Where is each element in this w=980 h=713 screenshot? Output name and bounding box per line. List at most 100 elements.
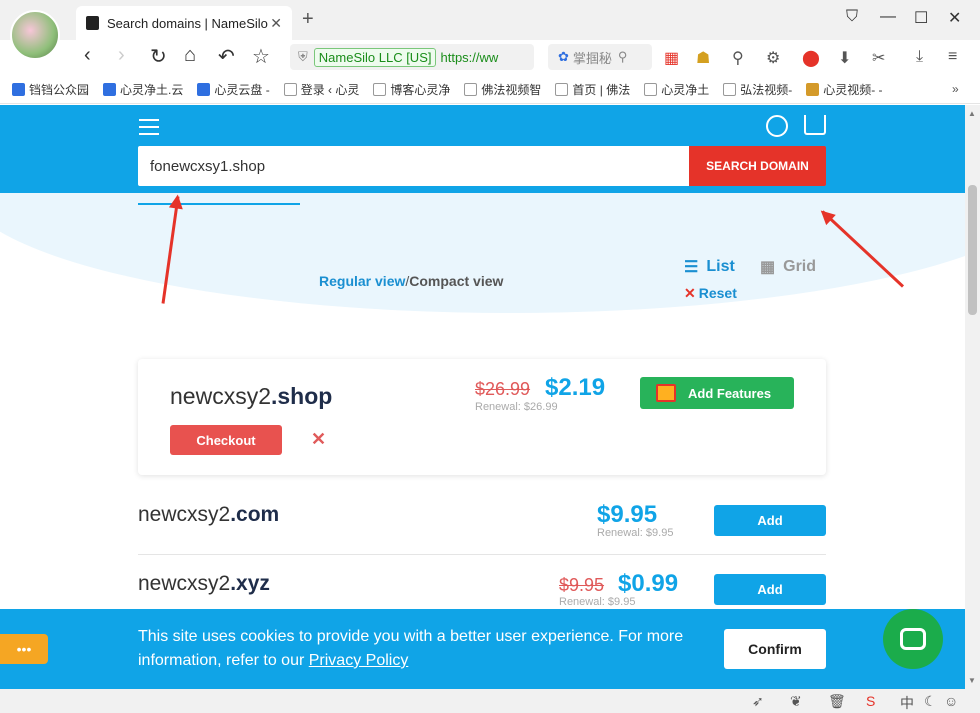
original-price: $26.99 [475, 379, 531, 399]
home-icon[interactable]: ⌂ [184, 44, 196, 67]
live-chat-button[interactable] [883, 609, 943, 669]
chat-bubble-icon [900, 628, 926, 650]
cookie-message: This site uses cookies to provide you wi… [138, 628, 684, 669]
selected-domain-name: newcxsy2.shop [170, 383, 333, 409]
reload-icon[interactable]: ↻ [150, 44, 167, 69]
bookmark-item[interactable]: 铛铛公众园 [12, 81, 89, 98]
minimize-icon[interactable]: — [880, 8, 896, 26]
search-domain-button[interactable]: SEARCH DOMAIN [689, 146, 826, 186]
forward-icon[interactable]: › [118, 44, 125, 67]
original-price: $9.95 [559, 575, 605, 595]
ime-chinese-icon[interactable]: 中 [900, 693, 914, 713]
browser-search-box[interactable]: ✿ 掌掴秘 ⚲ [548, 44, 652, 70]
renewal-price: Renewal: $9.95 [559, 596, 636, 608]
browser-tab[interactable]: Search domains | NameSilo ✕ [76, 6, 292, 40]
add-features-button[interactable]: Add Features [640, 377, 794, 409]
page-icon [723, 83, 737, 96]
menu-icon[interactable]: ≡ [948, 48, 957, 66]
baidu-paw-icon: ✿ [558, 49, 569, 64]
trash-icon[interactable]: 🗑 [828, 693, 846, 710]
rocket-icon[interactable]: ➶ [752, 693, 764, 710]
account-icon[interactable] [766, 115, 788, 137]
profile-avatar[interactable] [10, 10, 60, 60]
scroll-up-icon[interactable]: ▲ [968, 109, 976, 118]
download-arrow-icon[interactable]: ⬇ [838, 48, 851, 68]
domain-name: newcxsy2.xyz [138, 572, 270, 595]
security-badge[interactable]: NameSilo LLC [US] [313, 47, 437, 67]
address-bar[interactable]: ⛨ NameSilo LLC [US] https://ww [290, 44, 534, 70]
windows-tiles-icon[interactable]: ▦ [664, 48, 679, 68]
regular-view-link[interactable]: Regular view [319, 273, 405, 289]
renewal-price: Renewal: $26.99 [475, 401, 558, 413]
domain-search-input[interactable] [138, 146, 689, 186]
undo-icon[interactable]: ↶ [218, 44, 235, 69]
bookmark-item[interactable]: 佛法视频智 [464, 81, 541, 98]
page-icon [464, 83, 478, 96]
bookmark-icon [103, 83, 117, 96]
grid-view-toggle[interactable]: ▦ Grid [760, 257, 816, 277]
url-text: https://ww [440, 49, 499, 65]
download-icon[interactable]: ⤓ [916, 48, 923, 66]
results-area: Regular view/Compact view ☰ List ▦ Grid ✕ R… [0, 193, 965, 609]
list-view-toggle[interactable]: ☰ List [684, 257, 735, 277]
new-tab-button[interactable]: + [302, 8, 314, 31]
emoji-icon[interactable]: ☺ [944, 693, 958, 709]
magnifier-icon: ⚲ [617, 49, 628, 64]
bookmark-item[interactable]: 登录 ‹ 心灵 [283, 81, 359, 98]
gamepad-icon[interactable]: ⚙ [766, 48, 780, 68]
tab-close-icon[interactable]: ✕ [270, 15, 282, 32]
page-icon [555, 83, 569, 96]
tab-title: Search domains | NameSilo [107, 15, 268, 31]
sogou-ime-icon[interactable]: S [866, 693, 875, 709]
bookmarks-overflow-icon[interactable]: » [952, 82, 959, 96]
cat-extension-icon[interactable]: ☗ [696, 48, 710, 68]
star-icon[interactable]: ☆ [252, 44, 270, 69]
bookmark-item[interactable]: 弘法视频- [723, 81, 792, 98]
reset-link[interactable]: ✕ Reset [684, 285, 737, 302]
cart-icon[interactable] [804, 115, 826, 135]
search-extension-icon[interactable]: ⚲ [732, 48, 744, 68]
bookmark-icon [197, 83, 211, 96]
maximize-icon[interactable]: ☐ [914, 8, 928, 28]
hamburger-menu-icon[interactable] [139, 119, 159, 135]
reset-x-icon: ✕ [684, 285, 696, 301]
page-scrollbar[interactable]: ▲ ▼ [965, 105, 980, 689]
feedback-chat-icon[interactable]: ••• [0, 634, 48, 664]
confirm-cookies-button[interactable]: Confirm [724, 629, 826, 669]
add-button[interactable]: Add [714, 505, 826, 536]
privacy-policy-link[interactable]: Privacy Policy [309, 652, 409, 669]
bookmark-item[interactable]: 心灵净土 [644, 81, 709, 98]
shield-icon: ⛨ [298, 49, 308, 64]
scroll-down-icon[interactable]: ▼ [968, 676, 976, 685]
close-window-icon[interactable]: ✕ [948, 8, 961, 28]
bookmark-item[interactable]: 首页 | 佛法 [555, 81, 630, 98]
bookmark-item[interactable]: 心灵视频- - [806, 81, 883, 98]
bookmark-item[interactable]: 博客心灵净 [373, 81, 450, 98]
view-switcher: Regular view/Compact view [319, 273, 504, 289]
gift-icon [656, 384, 676, 402]
shirt-icon[interactable]: ⛉ [846, 8, 858, 26]
price: $9.95 [597, 501, 658, 528]
browser-tab-bar: Search domains | NameSilo ✕ + ⛉ — ☐ ✕ [0, 0, 980, 40]
domain-row: newcxsy2.com $9.95 Renewal: $9.95 Add [138, 487, 826, 555]
scrollbar-thumb[interactable] [968, 185, 977, 315]
remove-x-icon[interactable]: ✕ [311, 429, 326, 450]
scissors-icon[interactable]: ✂ [872, 48, 885, 68]
page-icon [644, 83, 658, 96]
adblock-icon[interactable]: ⬤ [802, 48, 820, 68]
add-button[interactable]: Add [714, 574, 826, 605]
cookie-banner: This site uses cookies to provide you wi… [0, 609, 965, 689]
checkout-button[interactable]: Checkout [170, 425, 282, 455]
price: $0.99 [618, 570, 679, 597]
browser-search-text: 掌掴秘 [572, 50, 612, 66]
active-tab-underline [138, 203, 300, 205]
bookmark-item[interactable]: 心灵云盘 - [197, 81, 270, 98]
back-icon[interactable]: ‹ [84, 44, 91, 67]
bookmarks-bar: 铛铛公众园 心灵净土.云 心灵云盘 - 登录 ‹ 心灵 博客心灵净 佛法视频智 … [0, 76, 980, 104]
compact-view-link[interactable]: Compact view [409, 273, 503, 289]
moon-icon[interactable]: ☾ [924, 693, 937, 710]
page-icon [283, 83, 297, 96]
leaf-icon[interactable]: ❦ [790, 693, 802, 710]
bookmark-item[interactable]: 心灵净土.云 [103, 81, 183, 98]
list-icon: ☰ [684, 259, 699, 276]
